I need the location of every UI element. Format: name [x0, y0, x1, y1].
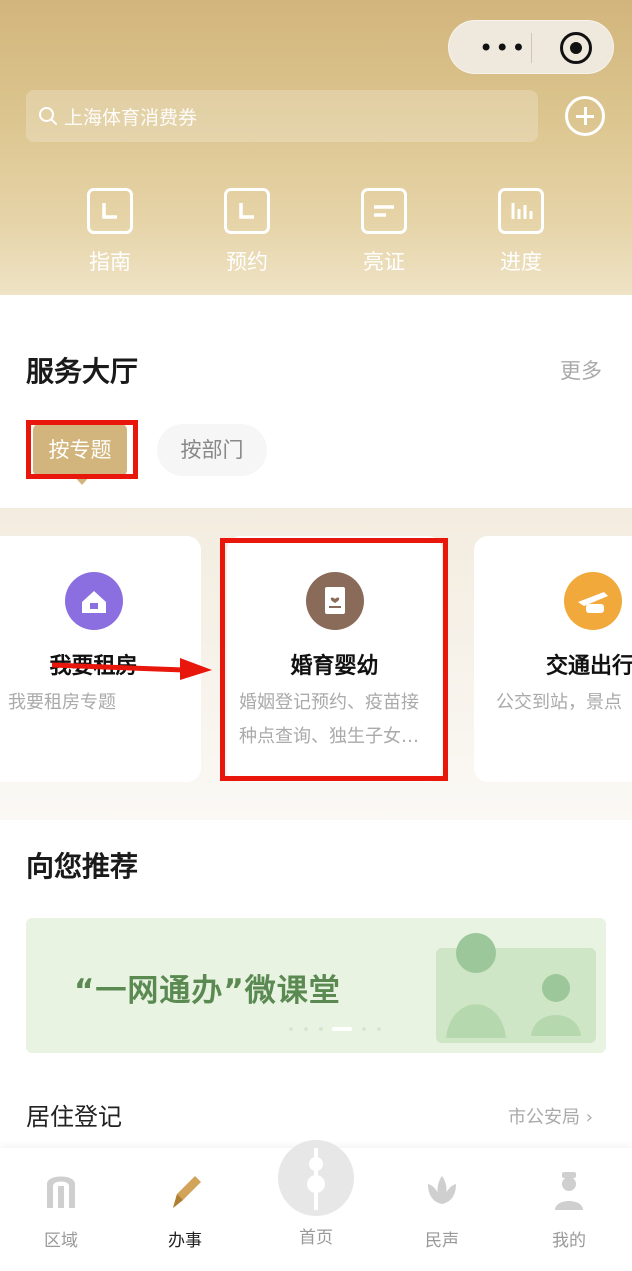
tab-label: 区域: [44, 1231, 78, 1251]
tab-mine[interactable]: 我的: [529, 1168, 609, 1251]
pen-icon: [173, 1176, 201, 1208]
card-description: 婚姻登记预约、疫苗接种点查询、独生子女…: [239, 692, 419, 747]
quick-action-label: 亮证: [363, 250, 405, 274]
tab-region[interactable]: 区域: [21, 1168, 101, 1251]
region-icon: [47, 1176, 75, 1208]
guide-icon: [87, 188, 133, 234]
certificate-icon: [361, 188, 407, 234]
capsule-divider: [531, 33, 532, 63]
service-card-transport[interactable]: 交通出行 公交到站，景点: [474, 536, 632, 782]
service-card-marriage[interactable]: 婚育婴幼 婚姻登记预约、疫苗接种点查询、独生子女…: [227, 536, 442, 782]
transport-icon: [564, 572, 622, 630]
search-placeholder: 上海体育消费券: [64, 107, 198, 129]
card-title: 婚育婴幼: [290, 654, 379, 679]
banner-text: “一网通办”微课堂: [74, 973, 341, 1009]
carousel-indicator: [289, 1027, 381, 1031]
progress-icon: [498, 188, 544, 234]
more-link[interactable]: 更多: [560, 355, 602, 385]
annotation-arrow: [52, 658, 212, 680]
residence-source[interactable]: 市公安局 ›: [508, 1103, 593, 1129]
search-icon: [39, 107, 57, 125]
home-tower-icon[interactable]: [278, 1140, 354, 1216]
quick-action-label: 指南: [89, 250, 131, 274]
card-title: 交通出行: [546, 654, 632, 679]
card-description: 公交到站，景点: [496, 692, 622, 713]
close-miniprogram-icon[interactable]: [560, 32, 592, 64]
add-button[interactable]: [565, 96, 605, 136]
tab-label: 办事: [168, 1231, 202, 1251]
tab-services[interactable]: 办事: [145, 1168, 225, 1251]
recommend-banner[interactable]: “一网通办”微课堂: [26, 918, 606, 1053]
more-options-icon[interactable]: •••: [479, 36, 527, 60]
chevron-right-icon: ›: [585, 1107, 593, 1128]
rent-house-icon: [64, 572, 123, 630]
quick-action-progress[interactable]: 进度: [471, 188, 571, 288]
header-banner: ••• 上海体育消费券 指南 预约 亮证 进度: [0, 0, 632, 295]
quick-action-certificate[interactable]: 亮证: [334, 188, 434, 288]
app-page: ••• 上海体育消费券 指南 预约 亮证 进度 服务大厅 更多 按专题 按部门 …: [0, 0, 632, 1271]
miniprogram-capsule: •••: [448, 20, 614, 74]
quick-action-appointment[interactable]: 预约: [197, 188, 297, 288]
quick-action-label: 预约: [226, 250, 268, 274]
tab-by-department[interactable]: 按部门: [157, 424, 267, 476]
person-icon: [555, 1172, 583, 1210]
quick-action-guide[interactable]: 指南: [60, 188, 160, 288]
tab-label: 我的: [552, 1231, 586, 1251]
quick-action-label: 进度: [500, 250, 542, 274]
tab-public-voice[interactable]: 民声: [402, 1168, 482, 1251]
marriage-certificate-icon: [305, 572, 364, 630]
banner-illustration-icon: [436, 933, 596, 1043]
service-hall-title: 服务大厅: [26, 355, 139, 388]
card-description: 我要租房专题: [8, 692, 116, 713]
recommend-title: 向您推荐: [26, 850, 139, 883]
residence-registration-title[interactable]: 居住登记: [26, 1097, 122, 1132]
lotus-icon: [428, 1176, 456, 1204]
tab-by-topic[interactable]: 按专题: [33, 424, 127, 485]
residence-source-label: 市公安局: [508, 1107, 580, 1128]
appointment-icon: [224, 188, 270, 234]
search-bar[interactable]: 上海体育消费券: [26, 90, 538, 142]
tab-label-home[interactable]: 首页: [278, 1223, 354, 1248]
tab-label: 民声: [425, 1231, 459, 1251]
